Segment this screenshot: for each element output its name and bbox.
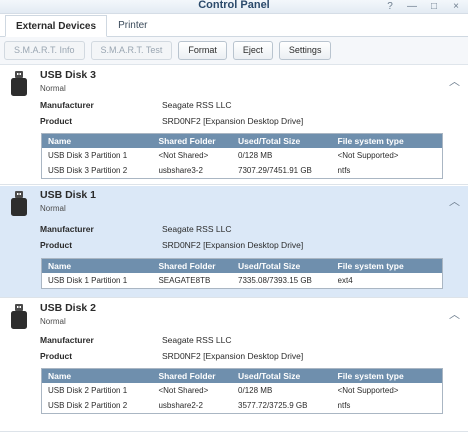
- disk-status: Normal: [40, 204, 66, 213]
- device-item-usb-disk-1[interactable]: USB Disk 1 Normal ︿ Manufacturer Seagate…: [0, 186, 468, 298]
- column-header-size: Used/Total Size: [238, 261, 301, 271]
- partition-fs: ntfs: [337, 401, 351, 410]
- toolbar: S.M.A.R.T. Info S.M.A.R.T. Test Format E…: [0, 37, 468, 65]
- minimize-icon[interactable]: —: [406, 0, 418, 13]
- partition-table-header: Name Shared Folder Used/Total Size File …: [42, 369, 442, 383]
- partition-fs: ext4: [337, 276, 353, 285]
- window-controls: ? — □ ×: [384, 0, 462, 13]
- tab-external-devices[interactable]: External Devices: [5, 15, 108, 37]
- manufacturer-value: Seagate RSS LLC: [162, 224, 232, 234]
- partition-shared: SEAGATE8TB: [158, 276, 211, 285]
- manufacturer-value: Seagate RSS LLC: [162, 100, 232, 110]
- partition-fs: ntfs: [337, 166, 351, 175]
- disk-name: USB Disk 3: [40, 69, 97, 81]
- column-header-size: Used/Total Size: [238, 136, 301, 146]
- column-header-name: Name: [48, 371, 72, 381]
- partition-shared: <Not Shared>: [158, 386, 209, 395]
- settings-button[interactable]: Settings: [278, 41, 332, 60]
- tab-bar: External Devices Printer: [0, 14, 468, 37]
- partition-shared: <Not Shared>: [158, 151, 209, 160]
- column-header-fs: File system type: [337, 371, 404, 381]
- partition-name: USB Disk 2 Partition 1: [48, 386, 128, 395]
- eject-button[interactable]: Eject: [232, 41, 273, 60]
- column-header-fs: File system type: [337, 136, 404, 146]
- partition-table: Name Shared Folder Used/Total Size File …: [41, 368, 443, 414]
- device-list: USB Disk 3 Normal ︿ Manufacturer Seagate…: [0, 66, 468, 432]
- table-row[interactable]: USB Disk 3 Partition 1 <Not Shared> 0/12…: [42, 148, 442, 163]
- partition-table-header: Name Shared Folder Used/Total Size File …: [42, 259, 442, 273]
- usb-drive-icon: [11, 71, 27, 96]
- table-row[interactable]: USB Disk 2 Partition 1 <Not Shared> 0/12…: [42, 383, 442, 398]
- partition-name: USB Disk 3 Partition 1: [48, 151, 128, 160]
- partition-size: 0/128 MB: [238, 386, 273, 395]
- collapse-chevron-icon[interactable]: ︿: [449, 73, 460, 89]
- window-titlebar: Control Panel ? — □ ×: [0, 0, 468, 14]
- partition-table: Name Shared Folder Used/Total Size File …: [41, 133, 443, 179]
- usb-drive-icon: [11, 191, 27, 216]
- disk-status: Normal: [40, 84, 66, 93]
- device-item-usb-disk-2[interactable]: USB Disk 2 Normal ︿ Manufacturer Seagate…: [0, 299, 468, 432]
- collapse-chevron-icon[interactable]: ︿: [449, 306, 460, 322]
- column-header-fs: File system type: [337, 261, 404, 271]
- product-value: SRD0NF2 [Expansion Desktop Drive]: [162, 351, 304, 361]
- partition-size: 7335.08/7393.15 GB: [238, 276, 312, 285]
- product-label: Product: [40, 240, 73, 250]
- column-header-size: Used/Total Size: [238, 371, 301, 381]
- column-header-shared-folder: Shared Folder: [158, 261, 216, 271]
- product-label: Product: [40, 116, 73, 126]
- table-row[interactable]: USB Disk 3 Partition 2 usbshare3-2 7307.…: [42, 163, 442, 178]
- manufacturer-label: Manufacturer: [40, 100, 94, 110]
- column-header-shared-folder: Shared Folder: [158, 136, 216, 146]
- manufacturer-value: Seagate RSS LLC: [162, 335, 232, 345]
- partition-shared: usbshare2-2: [158, 401, 203, 410]
- partition-table: Name Shared Folder Used/Total Size File …: [41, 258, 443, 289]
- disk-name: USB Disk 1: [40, 189, 97, 201]
- partition-name: USB Disk 3 Partition 2: [48, 166, 128, 175]
- smart-test-button[interactable]: S.M.A.R.T. Test: [90, 41, 173, 60]
- column-header-name: Name: [48, 136, 72, 146]
- partition-size: 7307.29/7451.91 GB: [238, 166, 312, 175]
- column-header-shared-folder: Shared Folder: [158, 371, 216, 381]
- manufacturer-label: Manufacturer: [40, 224, 94, 234]
- product-value: SRD0NF2 [Expansion Desktop Drive]: [162, 240, 304, 250]
- help-icon[interactable]: ?: [384, 0, 396, 13]
- product-label: Product: [40, 351, 73, 361]
- format-button[interactable]: Format: [178, 41, 227, 60]
- close-icon[interactable]: ×: [450, 0, 462, 13]
- collapse-chevron-icon[interactable]: ︿: [449, 193, 460, 209]
- partition-name: USB Disk 2 Partition 2: [48, 401, 128, 410]
- maximize-icon[interactable]: □: [428, 0, 440, 13]
- usb-drive-icon: [11, 304, 27, 329]
- device-item-usb-disk-3[interactable]: USB Disk 3 Normal ︿ Manufacturer Seagate…: [0, 66, 468, 185]
- table-row[interactable]: USB Disk 2 Partition 2 usbshare2-2 3577.…: [42, 398, 442, 413]
- tab-printer[interactable]: Printer: [107, 14, 158, 36]
- product-value: SRD0NF2 [Expansion Desktop Drive]: [162, 116, 304, 126]
- partition-fs: <Not Supported>: [337, 386, 399, 395]
- partition-size: 3577.72/3725.9 GB: [238, 401, 308, 410]
- partition-table-header: Name Shared Folder Used/Total Size File …: [42, 134, 442, 148]
- column-header-name: Name: [48, 261, 72, 271]
- partition-shared: usbshare3-2: [158, 166, 203, 175]
- partition-name: USB Disk 1 Partition 1: [48, 276, 128, 285]
- smart-info-button[interactable]: S.M.A.R.T. Info: [4, 41, 85, 60]
- partition-fs: <Not Supported>: [337, 151, 399, 160]
- table-row[interactable]: USB Disk 1 Partition 1 SEAGATE8TB 7335.0…: [42, 273, 442, 288]
- disk-status: Normal: [40, 317, 66, 326]
- partition-size: 0/128 MB: [238, 151, 273, 160]
- manufacturer-label: Manufacturer: [40, 335, 94, 345]
- disk-name: USB Disk 2: [40, 302, 97, 314]
